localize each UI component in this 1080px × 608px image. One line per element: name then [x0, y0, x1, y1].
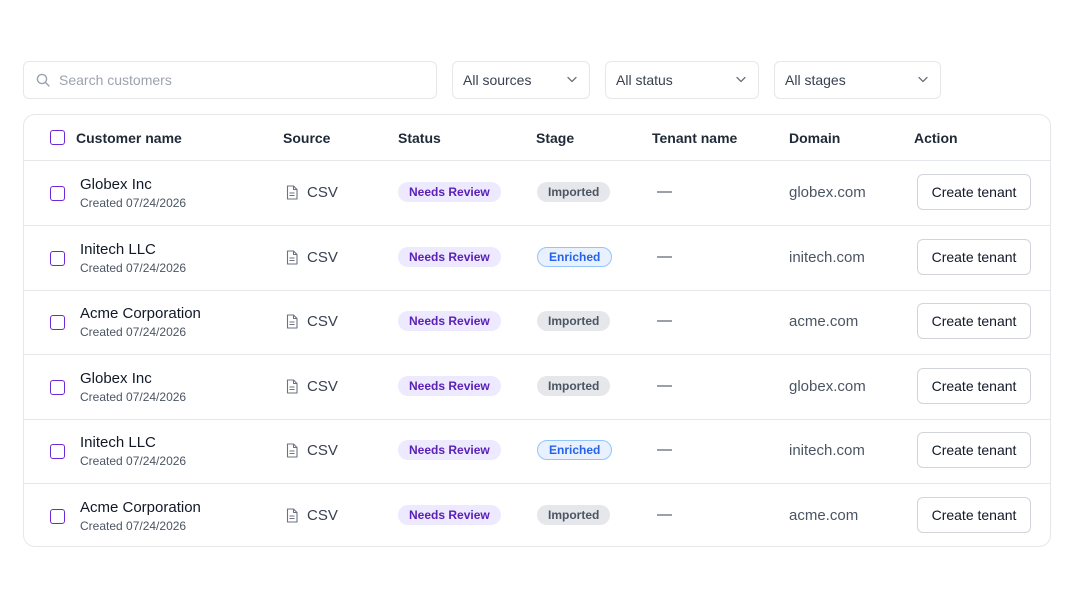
customer-name[interactable]: Acme Corporation [80, 499, 201, 516]
search-box[interactable] [23, 61, 437, 99]
status-badge: Needs Review [398, 311, 501, 331]
table-row[interactable]: Globex Inc Created 07/24/2026 CSV Needs … [24, 355, 1050, 420]
row-checkbox[interactable] [50, 251, 65, 266]
status-badge: Needs Review [398, 182, 501, 202]
source-label: CSV [307, 442, 338, 459]
column-header-action: Action [914, 130, 958, 146]
status-badge: Needs Review [398, 247, 501, 267]
column-header-customer-name[interactable]: Customer name [76, 130, 182, 146]
table-row[interactable]: Acme Corporation Created 07/24/2026 CSV … [24, 484, 1050, 546]
stage-badge: Imported [537, 182, 611, 202]
tenant-name: — [657, 248, 672, 265]
tenant-name: — [657, 312, 672, 329]
table-row[interactable]: Acme Corporation Created 07/24/2026 CSV … [24, 290, 1050, 355]
source-label: CSV [307, 378, 338, 395]
domain: globex.com [789, 378, 866, 395]
stage-badge: Imported [537, 311, 611, 331]
source-label: CSV [307, 507, 338, 524]
source-label: CSV [307, 313, 338, 330]
stage-filter-select[interactable]: All stages [774, 61, 941, 99]
customer-name[interactable]: Globex Inc [80, 370, 152, 387]
create-tenant-button[interactable]: Create tenant [917, 497, 1031, 533]
stage-badge: Imported [537, 505, 611, 525]
row-checkbox[interactable] [50, 315, 65, 330]
file-icon [286, 508, 298, 523]
source-filter-select[interactable]: All sources [452, 61, 590, 99]
table-header: Customer name Source Status Stage Tenant… [24, 115, 1050, 161]
created-date: Created 07/24/2026 [80, 519, 187, 533]
select-all-checkbox[interactable] [50, 130, 65, 145]
domain: globex.com [789, 184, 866, 201]
created-date: Created 07/24/2026 [80, 325, 187, 339]
row-checkbox[interactable] [50, 509, 65, 524]
column-header-stage[interactable]: Stage [536, 130, 574, 146]
tenant-name: — [657, 183, 672, 200]
domain: initech.com [789, 249, 865, 266]
stage-badge: Enriched [537, 440, 613, 460]
chevron-down-icon [736, 76, 746, 83]
create-tenant-button[interactable]: Create tenant [917, 303, 1031, 339]
stage-badge: Enriched [537, 247, 613, 267]
tenant-name: — [657, 377, 672, 394]
file-icon [286, 314, 298, 329]
source-label: CSV [307, 184, 338, 201]
created-date: Created 07/24/2026 [80, 261, 187, 275]
customer-name[interactable]: Acme Corporation [80, 305, 201, 322]
file-icon [286, 379, 298, 394]
customers-table: Customer name Source Status Stage Tenant… [23, 114, 1051, 547]
create-tenant-button[interactable]: Create tenant [917, 432, 1031, 468]
table-row[interactable]: Initech LLC Created 07/24/2026 CSV Needs… [24, 226, 1050, 291]
table-row[interactable]: Globex Inc Created 07/24/2026 CSV Needs … [24, 161, 1050, 226]
column-header-tenant-name[interactable]: Tenant name [652, 130, 737, 146]
column-header-status[interactable]: Status [398, 130, 441, 146]
status-badge: Needs Review [398, 440, 501, 460]
status-badge: Needs Review [398, 505, 501, 525]
customer-name[interactable]: Initech LLC [80, 241, 156, 258]
created-date: Created 07/24/2026 [80, 454, 187, 468]
tenant-name: — [657, 441, 672, 458]
table-row[interactable]: Initech LLC Created 07/24/2026 CSV Needs… [24, 419, 1050, 484]
created-date: Created 07/24/2026 [80, 390, 187, 404]
chevron-down-icon [567, 76, 577, 83]
file-icon [286, 185, 298, 200]
domain: acme.com [789, 507, 859, 524]
customer-name[interactable]: Globex Inc [80, 176, 152, 193]
column-header-domain[interactable]: Domain [789, 130, 840, 146]
status-badge: Needs Review [398, 376, 501, 396]
source-filter-value: All sources [463, 72, 532, 88]
create-tenant-button[interactable]: Create tenant [917, 239, 1031, 275]
status-filter-value: All status [616, 72, 673, 88]
create-tenant-button[interactable]: Create tenant [917, 174, 1031, 210]
row-checkbox[interactable] [50, 444, 65, 459]
domain: acme.com [789, 313, 859, 330]
chevron-down-icon [918, 76, 928, 83]
customer-name[interactable]: Initech LLC [80, 434, 156, 451]
file-icon [286, 443, 298, 458]
row-checkbox[interactable] [50, 186, 65, 201]
column-header-source[interactable]: Source [283, 130, 330, 146]
stage-badge: Imported [537, 376, 611, 396]
search-input[interactable] [59, 63, 419, 97]
file-icon [286, 250, 298, 265]
source-label: CSV [307, 249, 338, 266]
create-tenant-button[interactable]: Create tenant [917, 368, 1031, 404]
domain: initech.com [789, 442, 865, 459]
stage-filter-value: All stages [785, 72, 846, 88]
row-checkbox[interactable] [50, 380, 65, 395]
search-icon [36, 73, 50, 87]
tenant-name: — [657, 506, 672, 523]
status-filter-select[interactable]: All status [605, 61, 759, 99]
created-date: Created 07/24/2026 [80, 196, 187, 210]
